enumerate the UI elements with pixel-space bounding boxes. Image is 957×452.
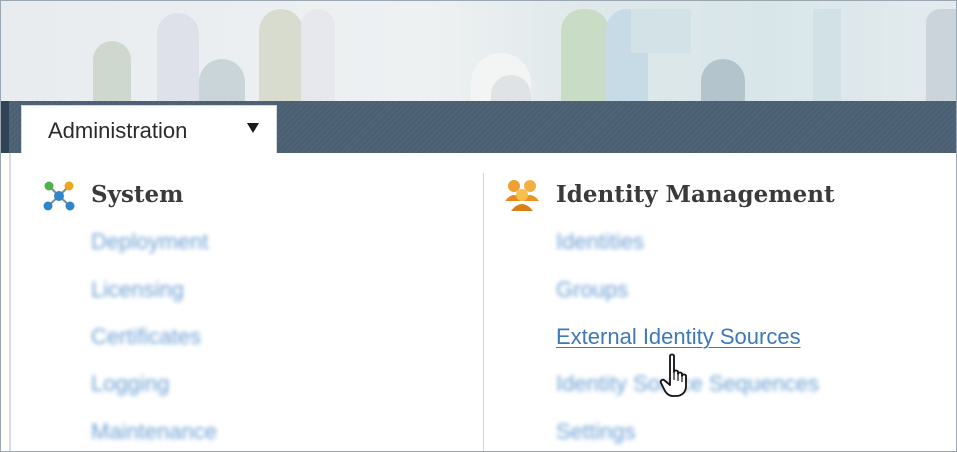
- link-certificates[interactable]: Certificates: [91, 324, 201, 350]
- tab-administration[interactable]: Administration: [21, 105, 277, 153]
- section-title-identity-management: Identity Management: [556, 181, 835, 208]
- admin-menu-frame: Administration System Deployment Licensi…: [0, 0, 957, 452]
- hand-pointer-icon: [659, 353, 695, 403]
- link-deployment[interactable]: Deployment: [91, 229, 208, 255]
- section-title-system: System: [91, 181, 184, 208]
- nav-bar-edge: [1, 101, 9, 153]
- link-licensing[interactable]: Licensing: [91, 277, 184, 303]
- link-groups[interactable]: Groups: [556, 277, 628, 303]
- tab-label: Administration: [48, 118, 188, 143]
- link-external-identity-sources[interactable]: External Identity Sources: [556, 324, 801, 350]
- header-banner: [1, 1, 956, 101]
- link-settings[interactable]: Settings: [556, 419, 636, 445]
- link-maintenance[interactable]: Maintenance: [91, 419, 217, 445]
- chevron-down-icon[interactable]: [247, 123, 259, 133]
- link-identities[interactable]: Identities: [556, 229, 644, 255]
- left-rail: [9, 153, 11, 451]
- users-group-icon: [503, 177, 541, 217]
- link-logging[interactable]: Logging: [91, 371, 169, 397]
- column-divider: [483, 173, 484, 451]
- network-nodes-icon: [41, 179, 77, 217]
